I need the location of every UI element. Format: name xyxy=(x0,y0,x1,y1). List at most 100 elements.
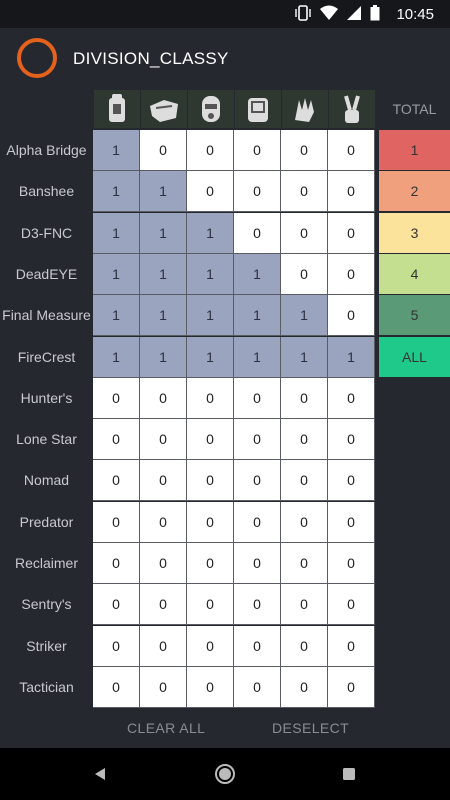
grid-cell[interactable]: 0 xyxy=(140,543,187,584)
grid-cell[interactable]: 0 xyxy=(93,625,140,667)
grid-cell[interactable]: 0 xyxy=(187,377,234,419)
grid-cell[interactable]: 0 xyxy=(281,377,328,419)
grid-cell[interactable]: 1 xyxy=(187,336,234,378)
grid-cell[interactable]: 0 xyxy=(234,171,281,213)
grid-cell[interactable]: 0 xyxy=(140,419,187,461)
grid-cell[interactable]: 0 xyxy=(328,584,375,626)
grid-cell[interactable]: 0 xyxy=(328,419,375,461)
grid-cell[interactable]: 0 xyxy=(328,171,375,213)
grid-cell[interactable]: 0 xyxy=(234,377,281,419)
mask-gear-icon[interactable] xyxy=(188,90,234,128)
grid-cell[interactable]: 0 xyxy=(187,584,234,626)
gear-set-label[interactable]: Hunter's xyxy=(0,378,93,419)
recents-icon[interactable] xyxy=(335,760,363,788)
grid-cell[interactable]: 0 xyxy=(328,501,375,543)
gear-set-label[interactable]: Banshee xyxy=(0,171,93,212)
home-icon[interactable] xyxy=(211,760,239,788)
grid-cell[interactable]: 0 xyxy=(93,377,140,419)
grid-cell[interactable]: 0 xyxy=(281,543,328,584)
grid-cell[interactable]: 0 xyxy=(93,501,140,543)
grid-cell[interactable]: 1 xyxy=(140,336,187,378)
clear-all-button[interactable]: CLEAR ALL xyxy=(127,713,205,743)
backpack-gear-icon[interactable] xyxy=(94,90,140,128)
back-icon[interactable] xyxy=(86,760,114,788)
grid-cell[interactable]: 0 xyxy=(328,460,375,502)
grid-cell[interactable]: 0 xyxy=(281,501,328,543)
grid-cell[interactable]: 0 xyxy=(234,501,281,543)
grid-cell[interactable]: 0 xyxy=(328,253,375,295)
gear-set-label[interactable]: Nomad xyxy=(0,460,93,501)
grid-cell[interactable]: 0 xyxy=(187,171,234,213)
grid-cell[interactable]: 0 xyxy=(93,543,140,584)
gear-set-label[interactable]: FireCrest xyxy=(0,337,93,378)
grid-cell[interactable]: 0 xyxy=(93,419,140,461)
grid-cell[interactable]: 0 xyxy=(234,625,281,667)
grid-cell[interactable]: 1 xyxy=(93,253,140,295)
grid-cell[interactable]: 0 xyxy=(328,130,375,171)
grid-cell[interactable]: 1 xyxy=(93,295,140,337)
grid-cell[interactable]: 0 xyxy=(281,253,328,295)
grid-cell[interactable]: 0 xyxy=(187,543,234,584)
gloves-gear-icon[interactable] xyxy=(141,90,187,128)
grid-cell[interactable]: 0 xyxy=(281,419,328,461)
grid-cell[interactable]: 0 xyxy=(187,460,234,502)
grid-cell[interactable]: 0 xyxy=(187,419,234,461)
gear-set-label[interactable]: D3-FNC xyxy=(0,213,93,254)
grid-cell[interactable]: 1 xyxy=(234,295,281,337)
grid-cell[interactable]: 0 xyxy=(234,584,281,626)
grid-cell[interactable]: 0 xyxy=(234,419,281,461)
glove-gear-icon[interactable] xyxy=(282,90,328,128)
grid-cell[interactable]: 1 xyxy=(140,253,187,295)
gear-set-label[interactable]: Sentry's xyxy=(0,584,93,625)
grid-cell[interactable]: 1 xyxy=(328,336,375,378)
grid-cell[interactable]: 0 xyxy=(140,460,187,502)
gear-set-label[interactable]: Alpha Bridge xyxy=(0,130,93,171)
grid-cell[interactable]: 0 xyxy=(281,584,328,626)
grid-cell[interactable]: 0 xyxy=(234,460,281,502)
grid-cell[interactable]: 0 xyxy=(93,666,140,708)
gear-set-label[interactable]: DeadEYE xyxy=(0,254,93,295)
grid-cell[interactable]: 0 xyxy=(328,295,375,337)
grid-cell[interactable]: 0 xyxy=(281,212,328,254)
grid-cell[interactable]: 0 xyxy=(328,666,375,708)
grid-cell[interactable]: 1 xyxy=(93,130,140,171)
gear-set-label[interactable]: Lone Star xyxy=(0,419,93,460)
grid-cell[interactable]: 0 xyxy=(140,501,187,543)
grid-cell[interactable]: 0 xyxy=(328,543,375,584)
grid-cell[interactable]: 1 xyxy=(140,295,187,337)
grid-cell[interactable]: 0 xyxy=(234,543,281,584)
gear-set-label[interactable]: Striker xyxy=(0,626,93,667)
grid-cell[interactable]: 0 xyxy=(187,625,234,667)
gear-set-label[interactable]: Reclaimer xyxy=(0,543,93,584)
grid-cell[interactable]: 1 xyxy=(281,336,328,378)
grid-cell[interactable]: 0 xyxy=(234,130,281,171)
grid-cell[interactable]: 1 xyxy=(187,295,234,337)
grid-cell[interactable]: 0 xyxy=(281,666,328,708)
grid-cell[interactable]: 0 xyxy=(140,377,187,419)
grid-cell[interactable]: 0 xyxy=(187,501,234,543)
grid-cell[interactable]: 0 xyxy=(328,377,375,419)
grid-cell[interactable]: 0 xyxy=(234,212,281,254)
grid-cell[interactable]: 1 xyxy=(140,212,187,254)
grid-cell[interactable]: 1 xyxy=(234,253,281,295)
grid-cell[interactable]: 0 xyxy=(93,460,140,502)
gear-set-label[interactable]: Predator xyxy=(0,502,93,543)
deselect-button[interactable]: DESELECT xyxy=(272,713,349,743)
grid-cell[interactable]: 1 xyxy=(93,171,140,213)
grid-cell[interactable]: 1 xyxy=(187,253,234,295)
grid-cell[interactable]: 1 xyxy=(93,336,140,378)
grid-cell[interactable]: 0 xyxy=(281,130,328,171)
grid-cell[interactable]: 0 xyxy=(140,584,187,626)
holster-gear-icon[interactable] xyxy=(329,90,375,128)
grid-cell[interactable]: 0 xyxy=(234,666,281,708)
grid-cell[interactable]: 0 xyxy=(281,171,328,213)
gear-set-label[interactable]: Final Measure xyxy=(0,295,93,336)
grid-cell[interactable]: 0 xyxy=(281,625,328,667)
grid-cell[interactable]: 0 xyxy=(140,130,187,171)
grid-cell[interactable]: 0 xyxy=(328,625,375,667)
grid-cell[interactable]: 1 xyxy=(234,336,281,378)
grid-cell[interactable]: 0 xyxy=(140,666,187,708)
grid-cell[interactable]: 0 xyxy=(187,666,234,708)
grid-cell[interactable]: 1 xyxy=(140,171,187,213)
grid-cell[interactable]: 1 xyxy=(93,212,140,254)
